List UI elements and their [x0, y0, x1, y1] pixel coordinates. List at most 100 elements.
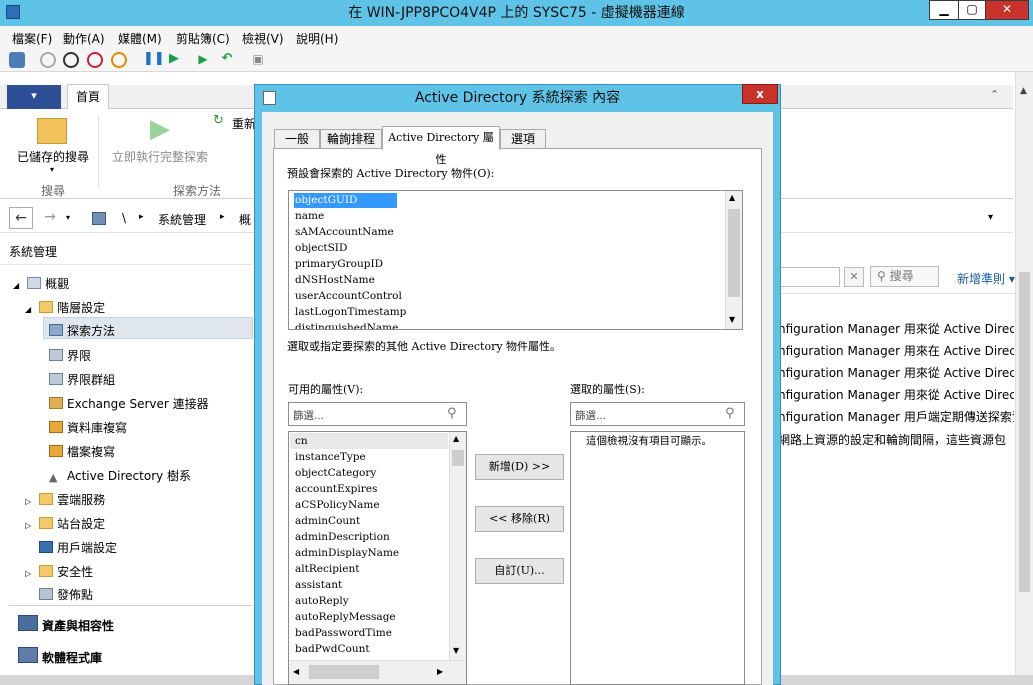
- shutdown-icon[interactable]: [87, 52, 103, 68]
- search-button[interactable]: ⚲ 搜尋: [870, 266, 939, 287]
- list-item[interactable]: 網路上資源的設定和輪詢間隔，這些資源包: [778, 431, 1014, 448]
- checkpoint-icon[interactable]: ▶: [195, 52, 211, 68]
- menu-action[interactable]: 動作(A): [63, 30, 105, 47]
- list-item[interactable]: adminCount: [295, 515, 360, 527]
- file-tab[interactable]: ▾: [7, 85, 61, 109]
- scroll-down-icon[interactable]: ▼: [729, 315, 735, 324]
- available-list-hscrollbar[interactable]: ◀ ▶: [289, 660, 466, 684]
- forward-icon[interactable]: →: [40, 207, 60, 229]
- list-item[interactable]: dNSHostName: [295, 274, 375, 286]
- list-item[interactable]: userAccountControl: [295, 290, 402, 302]
- list-item[interactable]: adminDisplayName: [295, 547, 399, 559]
- tree-item-boundaries[interactable]: 界限: [49, 347, 91, 364]
- tree-item-file-replication[interactable]: 檔案複寫: [49, 443, 115, 460]
- scroll-up-icon[interactable]: ▲: [1020, 86, 1027, 96]
- tree-item-distribution-points[interactable]: 發佈點: [39, 586, 93, 603]
- ctrl-alt-del-icon[interactable]: [9, 52, 25, 68]
- console-scrollbar[interactable]: ▲: [1015, 72, 1033, 675]
- refresh-button[interactable]: 重新: [232, 115, 256, 132]
- tab-general[interactable]: 一般: [274, 129, 320, 149]
- tree-item-site-config[interactable]: ▷ 站台設定: [25, 515, 105, 532]
- list-item[interactable]: aCSPolicyName: [295, 499, 380, 511]
- scroll-left-icon[interactable]: ◀: [293, 667, 299, 676]
- address-dropdown-icon[interactable]: ▾: [988, 212, 993, 223]
- list-item[interactable]: badPasswordTime: [295, 627, 392, 639]
- tree-item-hierarchy[interactable]: ◢ 階層設定: [25, 299, 105, 316]
- available-filter-input[interactable]: 篩選... ⚲: [288, 402, 467, 426]
- list-item[interactable]: nfiguration Manager 用來從 Active Directo: [778, 386, 1014, 403]
- dialog-close-button[interactable]: x: [742, 84, 778, 104]
- list-item[interactable]: adminDescription: [295, 531, 390, 543]
- list-item[interactable]: badPwdCount: [295, 643, 370, 655]
- saved-search-icon[interactable]: [37, 118, 67, 144]
- menu-file[interactable]: 檔案(F): [12, 30, 52, 47]
- tree-item-discovery-methods[interactable]: 探索方法: [49, 322, 115, 339]
- clear-search-icon[interactable]: ✕: [844, 267, 864, 287]
- scroll-thumb[interactable]: [728, 209, 740, 297]
- breadcrumb-root[interactable]: \: [122, 211, 126, 225]
- list-item[interactable]: altRecipient: [295, 563, 359, 575]
- list-item[interactable]: cn: [295, 435, 308, 447]
- list-item[interactable]: objectGUID: [295, 194, 357, 206]
- pause-icon[interactable]: ❚❚: [143, 52, 165, 68]
- list-item[interactable]: instanceType: [295, 451, 366, 463]
- turn-off-icon[interactable]: [63, 52, 79, 68]
- save-state-icon[interactable]: [111, 52, 127, 68]
- tree-item-client-settings[interactable]: 用戶端設定: [39, 539, 117, 556]
- menu-clipboard[interactable]: 剪貼簿(C): [176, 30, 230, 47]
- list-item[interactable]: autoReplyMessage: [295, 611, 396, 623]
- list-item[interactable]: sAMAccountName: [295, 226, 394, 238]
- tab-options[interactable]: 選項: [500, 129, 546, 149]
- minimize-button[interactable]: ▁: [929, 0, 959, 20]
- custom-button[interactable]: 自訂(U)...: [475, 558, 564, 584]
- scroll-up-icon[interactable]: ▲: [453, 434, 459, 443]
- revert-icon[interactable]: ↶: [219, 52, 235, 68]
- scroll-right-icon[interactable]: ▶: [437, 667, 443, 676]
- available-list-scrollbar[interactable]: ▲ ▼: [449, 432, 466, 660]
- default-objects-list[interactable]: objectGUID name sAMAccountName objectSID…: [288, 190, 743, 330]
- tree-item-cloud-services[interactable]: ▷ 雲端服務: [25, 491, 105, 508]
- list-item[interactable]: accountExpires: [295, 483, 377, 495]
- menu-help[interactable]: 說明(H): [296, 30, 338, 47]
- scroll-thumb[interactable]: [309, 665, 379, 679]
- list-item[interactable]: nfiguration Manager 用來從 Active Directo: [778, 320, 1014, 337]
- search-input[interactable]: [778, 267, 840, 287]
- workspace-software-library[interactable]: 軟體程式庫: [18, 647, 102, 666]
- default-list-scrollbar[interactable]: ▲ ▼: [725, 191, 742, 329]
- tree-item-database-replication[interactable]: 資料庫複寫: [49, 419, 127, 436]
- refresh-icon[interactable]: ↻: [213, 113, 224, 128]
- saved-search-button[interactable]: 已儲存的搜尋: [17, 148, 89, 165]
- scroll-thumb[interactable]: [452, 450, 464, 466]
- list-item[interactable]: name: [295, 210, 324, 222]
- scroll-up-icon[interactable]: ▲: [729, 193, 735, 202]
- tree-item-overview[interactable]: ◢ 概觀: [13, 275, 69, 292]
- enhanced-session-icon[interactable]: ▣: [250, 52, 266, 68]
- list-item[interactable]: assistant: [295, 579, 342, 591]
- close-button[interactable]: ✕: [985, 0, 1029, 20]
- tree-item-ad-forests[interactable]: ▲ Active Directory 樹系: [49, 467, 191, 484]
- run-discovery-icon[interactable]: ▶: [150, 115, 170, 143]
- remove-button[interactable]: << 移除(R): [475, 506, 564, 532]
- breadcrumb-administration[interactable]: 系統管理: [158, 211, 206, 228]
- available-attributes-list[interactable]: cn instanceType objectCategory accountEx…: [288, 431, 467, 685]
- tab-polling-schedule[interactable]: 輪詢排程: [320, 129, 382, 149]
- ribbon-collapse-icon[interactable]: ⌃: [990, 88, 999, 101]
- breadcrumb-more[interactable]: 概: [239, 211, 251, 228]
- list-item[interactable]: distinguishedName: [295, 322, 398, 329]
- history-dropdown-icon[interactable]: ▾: [66, 213, 70, 222]
- tree-item-boundary-groups[interactable]: 界限群組: [49, 371, 115, 388]
- selected-filter-input[interactable]: 篩選... ⚲: [570, 402, 745, 426]
- scroll-thumb[interactable]: [1019, 272, 1030, 592]
- scroll-down-icon[interactable]: ▼: [453, 646, 459, 655]
- start-icon[interactable]: [40, 52, 56, 68]
- list-item[interactable]: objectSID: [295, 242, 347, 254]
- resume-icon[interactable]: ▶: [166, 52, 182, 68]
- list-item[interactable]: primaryGroupID: [295, 258, 383, 270]
- workspace-assets[interactable]: 資產與相容性: [18, 615, 114, 634]
- run-full-discovery-button[interactable]: 立即執行完整探索: [112, 148, 208, 165]
- list-item[interactable]: lastLogonTimestamp: [295, 306, 406, 318]
- list-item[interactable]: autoReply: [295, 595, 349, 607]
- list-item[interactable]: nfiguration Manager 用戶端定期傳送探索資: [778, 408, 1014, 425]
- add-criteria-link[interactable]: 新增準則 ▾: [957, 270, 1015, 287]
- tree-item-exchange[interactable]: Exchange Server 連接器: [49, 395, 209, 412]
